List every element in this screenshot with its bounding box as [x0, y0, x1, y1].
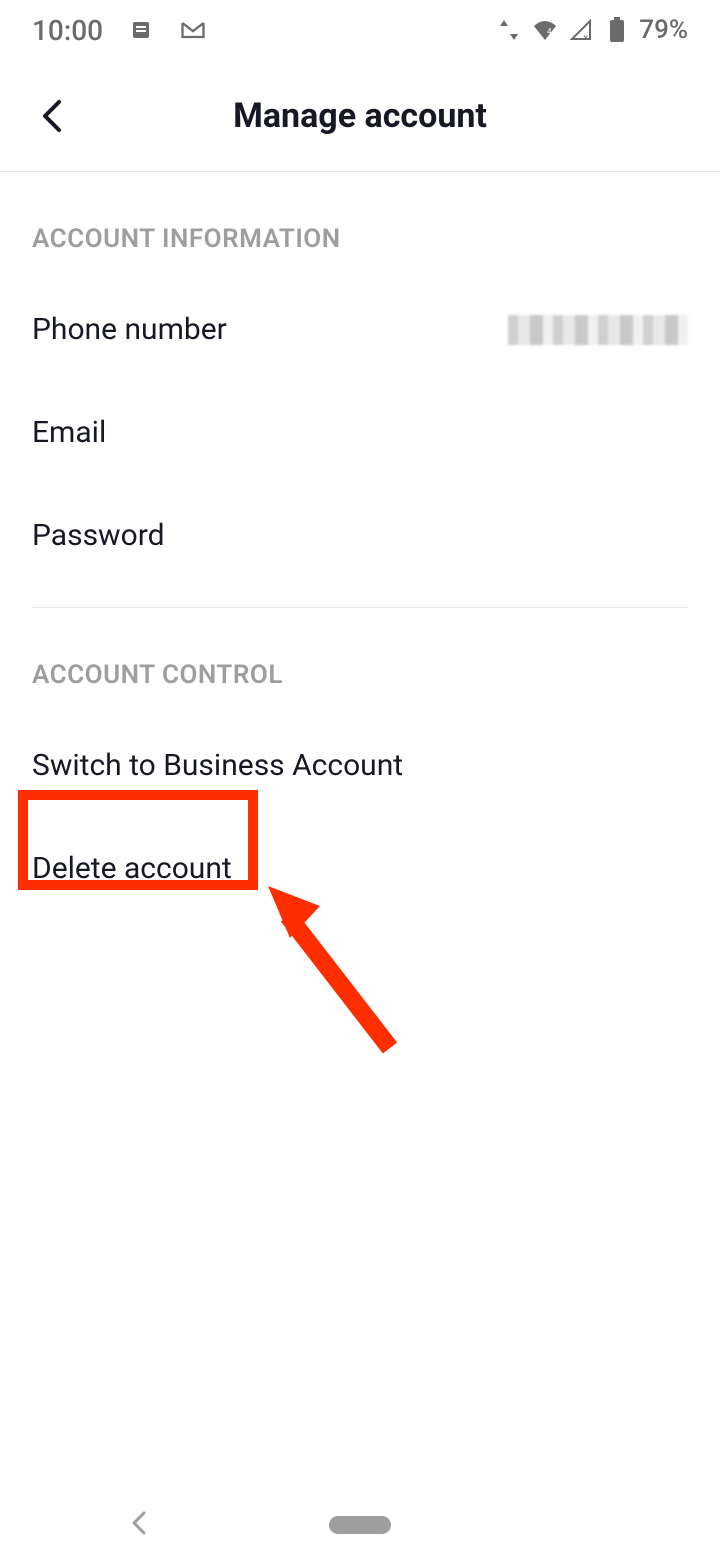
list-item-password[interactable]: Password: [32, 484, 688, 587]
delete-account-label: Delete account: [32, 851, 232, 886]
password-label: Password: [32, 518, 165, 553]
system-nav-bar: [0, 1490, 720, 1560]
email-label: Email: [32, 415, 106, 450]
battery-icon: [603, 16, 631, 44]
svg-text:4: 4: [547, 27, 552, 36]
gmail-icon: [179, 16, 207, 44]
chevron-left-icon: [39, 96, 65, 136]
chevron-left-icon: [130, 1509, 148, 1537]
phone-label: Phone number: [32, 312, 227, 347]
list-item-switch-business[interactable]: Switch to Business Account: [32, 714, 688, 817]
status-left-group: 10:00: [32, 14, 207, 47]
back-button[interactable]: [32, 96, 72, 136]
data-sync-icon: [495, 16, 523, 44]
signal-icon: ×: [567, 16, 595, 44]
svg-text:×: ×: [583, 33, 588, 41]
wifi-icon: 4: [531, 16, 559, 44]
section-header-account-info: ACCOUNT INFORMATION: [32, 172, 688, 278]
list-item-phone[interactable]: Phone number: [32, 278, 688, 381]
nav-back-button[interactable]: [130, 1509, 148, 1541]
status-bar: 10:00 4: [0, 0, 720, 60]
battery-percentage: 79%: [639, 15, 688, 45]
notification-icon: [127, 16, 155, 44]
section-header-account-control: ACCOUNT CONTROL: [32, 608, 688, 714]
switch-business-label: Switch to Business Account: [32, 748, 403, 783]
status-time: 10:00: [32, 14, 103, 47]
list-item-email[interactable]: Email: [32, 381, 688, 484]
content-area: ACCOUNT INFORMATION Phone number Email P…: [0, 172, 720, 920]
phone-value-redacted: [508, 315, 688, 345]
list-item-delete-account[interactable]: Delete account: [32, 817, 688, 920]
nav-home-pill[interactable]: [329, 1516, 391, 1534]
page-header: Manage account: [0, 60, 720, 172]
page-title: Manage account: [233, 96, 487, 136]
status-right-group: 4 × 79%: [495, 15, 688, 45]
